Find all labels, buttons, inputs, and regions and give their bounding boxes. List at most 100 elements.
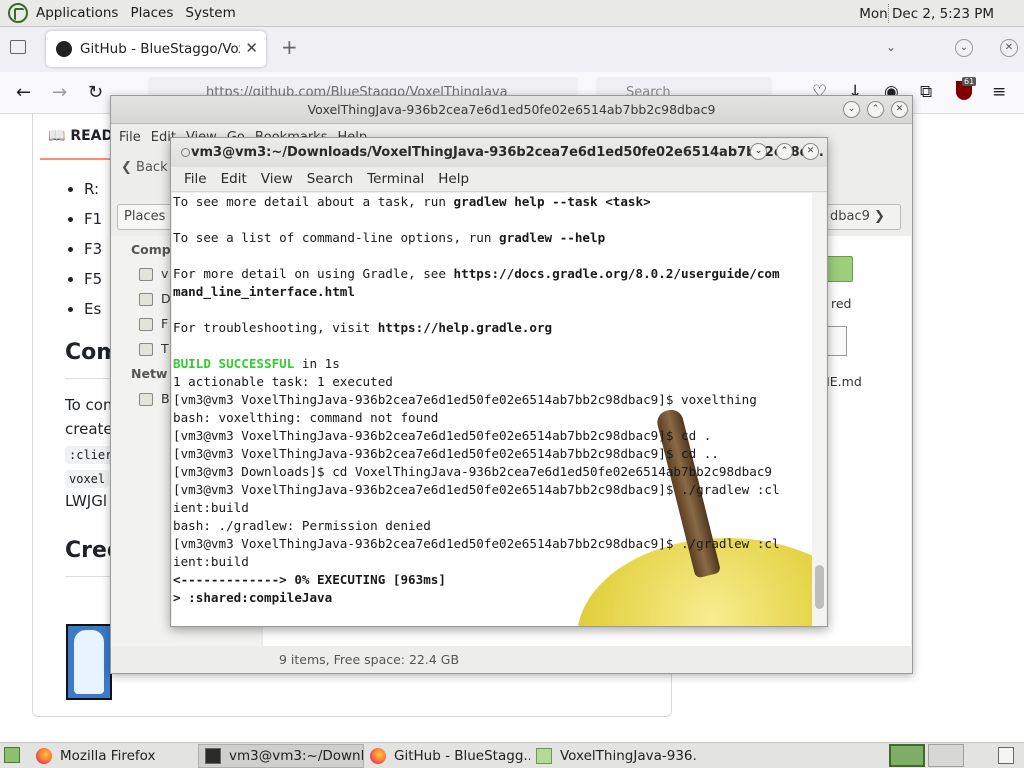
task-file-manager[interactable]: VoxelThingJava-936... — [530, 744, 698, 768]
terminal-line-text: https://help.gradle.org — [377, 320, 553, 335]
reload-icon[interactable]: ↻ — [88, 82, 103, 103]
extensions-icon[interactable]: ⧉ — [920, 82, 932, 102]
terminal-line-text: bash: ./gradlew: Permission denied — [173, 518, 431, 533]
terminal-line-text: For troubleshooting, visit — [173, 320, 378, 335]
close-tab-icon[interactable]: ✕ — [245, 39, 258, 57]
sidebar-item[interactable]: v — [161, 266, 168, 281]
bottom-panel: Mozilla Firefox vm3@vm3:~/Downl... GitHu… — [0, 742, 1024, 768]
terminal-icon — [205, 748, 221, 764]
path-label: dbac9 — [830, 209, 870, 224]
terminal-line: ient:build — [173, 553, 780, 571]
menu-file[interactable]: File — [119, 130, 141, 145]
maximize-icon[interactable]: ⌃ — [776, 143, 793, 160]
terminal-line: For troubleshooting, visit https://help.… — [173, 319, 780, 337]
terminal-line: > :shared:compileJava — [173, 589, 780, 607]
system-menu[interactable]: System — [179, 5, 241, 21]
document-icon[interactable] — [825, 326, 847, 356]
menu-terminal[interactable]: Terminal — [360, 171, 431, 187]
readme-text: create — [65, 420, 113, 438]
terminal-line-text: in 1s — [294, 356, 340, 371]
terminal-line: [vm3@vm3 VoxelThingJava-936b2cea7e6d1ed5… — [173, 427, 780, 445]
status-bar: 9 items, Free space: 22.4 GB — [279, 652, 460, 667]
folder-icon[interactable] — [825, 256, 853, 282]
terminal-output[interactable]: To see more detail about a task, run gra… — [172, 193, 813, 626]
menu-icon[interactable]: ≡ — [992, 82, 1006, 102]
terminal-line: [vm3@vm3 VoxelThingJava-936b2cea7e6d1ed5… — [173, 481, 780, 499]
file-manager-titlebar[interactable]: VoxelThingJava-936b2cea7e6d1ed50fe02e651… — [111, 96, 912, 124]
task-firefox[interactable]: Mozilla Firefox — [30, 744, 198, 768]
menu-file[interactable]: File — [177, 171, 214, 187]
terminal-line-text: > :shared:compileJava — [173, 590, 333, 605]
scrollbar-thumb[interactable] — [815, 565, 824, 609]
menu-view[interactable]: View — [254, 171, 300, 187]
tab-list-icon[interactable] — [10, 40, 26, 54]
terminal-line-text: <-------------> 0% EXECUTING [963ms] — [173, 572, 446, 587]
places-button[interactable]: Places — [117, 204, 177, 230]
network-icon[interactable] — [139, 393, 153, 406]
readme-tab-underline — [40, 158, 110, 160]
workspace-1[interactable] — [889, 744, 925, 767]
back-label: Back — [136, 160, 168, 175]
terminal-line-text: [vm3@vm3 Downloads]$ cd VoxelThingJava-9… — [173, 464, 772, 479]
terminal-line: BUILD SUCCESSFUL in 1s — [173, 355, 780, 373]
terminal-line: [vm3@vm3 Downloads]$ cd VoxelThingJava-9… — [173, 463, 780, 481]
terminal-line-text: [vm3@vm3 VoxelThingJava-936b2cea7e6d1ed5… — [173, 392, 757, 407]
menu-help[interactable]: Help — [431, 171, 476, 187]
path-button[interactable]: dbac9 ❯ — [823, 204, 901, 230]
desktop-folder-icon[interactable] — [139, 293, 153, 306]
sidebar-header-computer: Comp — [131, 242, 171, 257]
terminal-line: mand_line_interface.html — [173, 283, 780, 301]
minimize-icon[interactable]: ⌄ — [955, 39, 973, 57]
close-icon[interactable]: ✕ — [802, 143, 819, 160]
minimize-icon[interactable]: ⌄ — [750, 143, 767, 160]
terminal-line-text: [vm3@vm3 VoxelThingJava-936b2cea7e6d1ed5… — [173, 428, 712, 443]
new-tab-button[interactable]: + — [281, 35, 298, 59]
task-label: vm3@vm3:~/Downl... — [229, 748, 364, 764]
clock[interactable]: Mon Dec 2, 5:23 PM — [859, 6, 994, 22]
filesystem-icon[interactable] — [139, 318, 153, 331]
mate-logo-icon[interactable] — [8, 3, 28, 23]
forward-icon[interactable]: → — [52, 82, 67, 103]
terminal-menubar: File Edit View Search Terminal Help — [171, 167, 827, 192]
places-menu[interactable]: Places — [124, 5, 179, 21]
show-desktop-icon[interactable] — [4, 747, 20, 763]
github-icon — [56, 41, 72, 57]
terminal-scrollbar[interactable] — [812, 193, 826, 626]
tab-github[interactable]: GitHub - BlueStaggo/VoxelThingJava ✕ — [46, 31, 266, 67]
sidebar-item[interactable]: F — [161, 316, 168, 331]
back-icon[interactable]: ← — [16, 82, 31, 103]
window-menu-icon[interactable] — [181, 148, 190, 157]
task-terminal[interactable]: vm3@vm3:~/Downl... — [198, 744, 364, 768]
terminal-line-text: gradlew --help — [499, 230, 606, 245]
tab-overflow-chevron-icon[interactable]: ⌄ — [886, 40, 896, 54]
file-manager-title: VoxelThingJava-936b2cea7e6d1ed50fe02e651… — [307, 102, 716, 117]
menu-edit[interactable]: Edit — [214, 171, 254, 187]
menu-search[interactable]: Search — [300, 171, 360, 187]
sidebar-item[interactable]: T — [161, 341, 169, 356]
list-item: F1 — [84, 204, 102, 234]
maximize-icon[interactable]: ⌃ — [867, 101, 884, 118]
terminal-line: <-------------> 0% EXECUTING [963ms] — [173, 571, 780, 589]
terminal-line-text: To see more detail about a task, run — [173, 194, 454, 209]
trash-icon[interactable] — [139, 343, 153, 356]
applications-menu[interactable]: Applications — [30, 5, 124, 21]
trash-applet-icon[interactable] — [998, 747, 1014, 764]
terminal-line-text: To see a list of command-line options, r… — [173, 230, 500, 245]
terminal-titlebar[interactable]: vm3@vm3:~/Downloads/VoxelThingJava-936b2… — [171, 138, 827, 167]
terminal-line: [vm3@vm3 VoxelThingJava-936b2cea7e6d1ed5… — [173, 535, 780, 553]
sidebar-item[interactable]: B — [161, 391, 170, 406]
terminal-line-text: [vm3@vm3 VoxelThingJava-936b2cea7e6d1ed5… — [173, 446, 719, 461]
home-folder-icon[interactable] — [139, 268, 153, 281]
minimize-icon[interactable]: ⌄ — [843, 101, 860, 118]
close-icon[interactable]: ✕ — [891, 101, 908, 118]
folder-icon — [536, 748, 552, 764]
close-window-icon[interactable]: ✕ — [1000, 39, 1018, 57]
task-github[interactable]: GitHub - BlueStagg... — [364, 744, 530, 768]
file-label[interactable]: red — [831, 296, 852, 311]
controls-list: R: F1 F3 F5 Es — [84, 174, 102, 324]
back-button[interactable]: ❮ Back — [121, 160, 168, 175]
workspace-2[interactable] — [928, 744, 964, 767]
top-panel: Applications Places System Mon Dec 2, 5:… — [0, 0, 1024, 27]
credits-image — [66, 624, 112, 700]
terminal-window: vm3@vm3:~/Downloads/VoxelThingJava-936b2… — [170, 137, 828, 627]
